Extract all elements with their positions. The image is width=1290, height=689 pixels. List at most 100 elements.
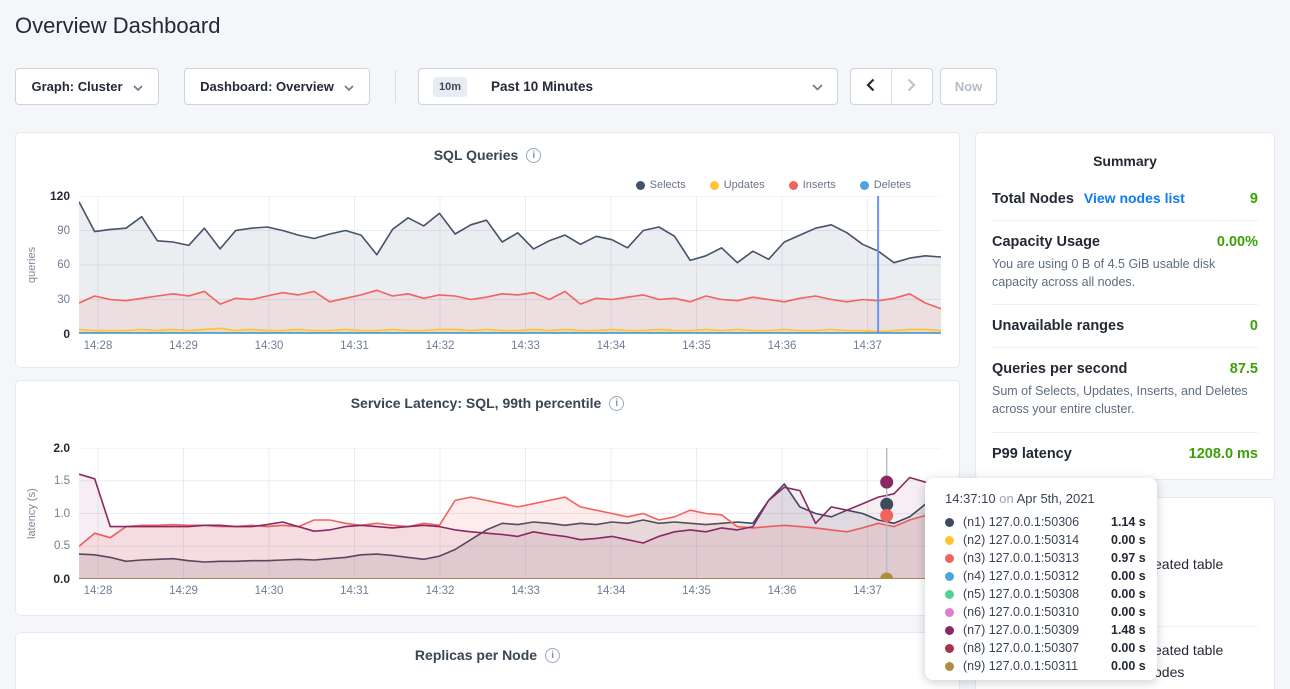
service-latency-plot[interactable] (79, 448, 941, 579)
x-tick-label: 14:32 (426, 585, 455, 597)
legend-dot-icon (789, 181, 798, 190)
time-step-forward-button[interactable] (892, 69, 933, 104)
y-tick-label: 0 (63, 327, 70, 341)
tooltip-header: 14:37:10 on Apr 5th, 2021 (945, 491, 1157, 506)
capacity-value: 0.00% (1217, 234, 1258, 250)
x-tick-label: 14:35 (682, 340, 711, 352)
tooltip-on: on (999, 491, 1013, 506)
now-button[interactable]: Now (940, 68, 997, 105)
total-nodes-label: Total Nodes (992, 191, 1074, 207)
x-tick-label: 14:29 (169, 340, 198, 352)
legend-item[interactable]: Updates (710, 179, 765, 191)
y-tick-label: 0.5 (54, 540, 70, 552)
unavailable-label: Unavailable ranges (992, 318, 1124, 334)
node-address: (n7) 127.0.0.1:50309 (963, 623, 1111, 637)
legend-item[interactable]: Selects (636, 179, 686, 191)
page-title: Overview Dashboard (15, 13, 220, 39)
node-address: (n4) 127.0.0.1:50312 (963, 569, 1111, 583)
x-tick-label: 14:37 (853, 585, 882, 597)
node-color-dot-icon (945, 572, 954, 581)
legend-label: Inserts (803, 179, 836, 191)
tooltip-row: (n3) 127.0.0.1:50313 0.97 s (945, 549, 1157, 567)
view-nodes-list-link[interactable]: View nodes list (1084, 190, 1185, 206)
summary-row-p99: P99 latency 1208.0 ms (992, 433, 1258, 475)
chevron-right-icon (907, 78, 916, 95)
x-tick-label: 14:34 (597, 585, 626, 597)
info-icon[interactable]: i (545, 648, 560, 663)
node-address: (n1) 127.0.0.1:50306 (963, 515, 1111, 529)
chart-hover-tooltip: 14:37:10 on Apr 5th, 2021 (n1) 127.0.0.1… (925, 478, 1157, 680)
legend-label: Selects (650, 179, 686, 191)
node-latency-value: 1.48 s (1111, 623, 1146, 637)
event-text-fragment: eated table (1154, 642, 1223, 658)
p99-label: P99 latency (992, 446, 1072, 462)
y-tick-label: 120 (50, 189, 70, 203)
summary-row-unavailable: Unavailable ranges 0 (992, 305, 1258, 348)
node-latency-value: 1.14 s (1111, 515, 1146, 529)
sql-queries-title-row: SQL Queries i (16, 147, 959, 163)
time-range-label: Past 10 Minutes (491, 79, 593, 94)
node-latency-value: 0.00 s (1111, 587, 1146, 601)
replicas-per-node-panel: Replicas per Node i (15, 632, 960, 689)
capacity-subtext: You are using 0 B of 4.5 GiB usable disk… (992, 255, 1258, 291)
node-address: (n2) 127.0.0.1:50314 (963, 533, 1111, 547)
crosshair-dot (880, 509, 893, 522)
legend-label: Updates (724, 179, 765, 191)
node-color-dot-icon (945, 518, 954, 527)
event-text-fragment: eated table (1154, 556, 1223, 572)
node-color-dot-icon (945, 554, 954, 563)
qps-label: Queries per second (992, 361, 1127, 377)
qps-subtext: Sum of Selects, Updates, Inserts, and De… (992, 382, 1258, 418)
y-axis: 0.00.51.01.52.0 (28, 448, 76, 579)
node-address: (n6) 127.0.0.1:50310 (963, 605, 1111, 619)
tooltip-date: Apr 5th, 2021 (1017, 491, 1095, 506)
x-tick-label: 14:36 (768, 585, 797, 597)
y-tick-label: 1.0 (54, 508, 70, 520)
node-latency-value: 0.00 s (1111, 569, 1146, 583)
node-latency-value: 0.00 s (1111, 641, 1146, 655)
x-tick-label: 14:28 (84, 585, 113, 597)
p99-value: 1208.0 ms (1189, 446, 1258, 462)
graph-dropdown[interactable]: Graph: Cluster (15, 68, 159, 105)
legend-label: Deletes (874, 179, 911, 191)
chart-title: SQL Queries (434, 147, 519, 163)
y-tick-label: 90 (57, 225, 70, 237)
node-color-dot-icon (945, 662, 954, 671)
legend-item[interactable]: Inserts (789, 179, 836, 191)
x-tick-label: 14:32 (426, 340, 455, 352)
tooltip-row: (n4) 127.0.0.1:50312 0.00 s (945, 567, 1157, 585)
sql-queries-plot[interactable] (79, 196, 941, 334)
tooltip-row: (n8) 127.0.0.1:50307 0.00 s (945, 639, 1157, 657)
tooltip-row: (n9) 127.0.0.1:50311 0.00 s (945, 657, 1157, 675)
info-icon[interactable]: i (609, 396, 624, 411)
summary-panel: Summary Total Nodes View nodes list 9 Ca… (975, 132, 1275, 480)
sql-queries-legend: Selects Updates Inserts Deletes (636, 179, 911, 191)
time-range-selector[interactable]: 10m Past 10 Minutes (418, 68, 838, 105)
y-tick-label: 2.0 (53, 441, 70, 455)
x-tick-label: 14:31 (340, 340, 369, 352)
node-color-dot-icon (945, 536, 954, 545)
controls-divider (395, 70, 396, 103)
summary-row-qps: Queries per second 87.5 Sum of Selects, … (992, 348, 1258, 432)
x-tick-label: 14:28 (84, 340, 113, 352)
time-step-back-button[interactable] (851, 69, 892, 104)
chevron-down-icon (133, 79, 143, 94)
x-tick-label: 14:37 (853, 340, 882, 352)
x-tick-label: 14:33 (511, 340, 540, 352)
service-latency-panel: Service Latency: SQL, 99th percentile i … (15, 380, 960, 616)
dashboard-dropdown-label: Dashboard: Overview (200, 79, 334, 94)
node-color-dot-icon (945, 608, 954, 617)
x-tick-label: 14:29 (169, 585, 198, 597)
dashboard-dropdown[interactable]: Dashboard: Overview (184, 68, 370, 105)
x-tick-label: 14:30 (255, 585, 284, 597)
event-text-fragment: odes (1154, 664, 1184, 680)
service-latency-svg (79, 448, 941, 579)
crosshair-dot (880, 498, 893, 511)
service-latency-title-row: Service Latency: SQL, 99th percentile i (16, 395, 959, 411)
legend-item[interactable]: Deletes (860, 179, 911, 191)
info-icon[interactable]: i (526, 148, 541, 163)
chart-title: Service Latency: SQL, 99th percentile (351, 395, 602, 411)
tooltip-row: (n1) 127.0.0.1:50306 1.14 s (945, 513, 1157, 531)
graph-dropdown-label: Graph: Cluster (31, 79, 122, 94)
summary-title: Summary (992, 133, 1258, 169)
